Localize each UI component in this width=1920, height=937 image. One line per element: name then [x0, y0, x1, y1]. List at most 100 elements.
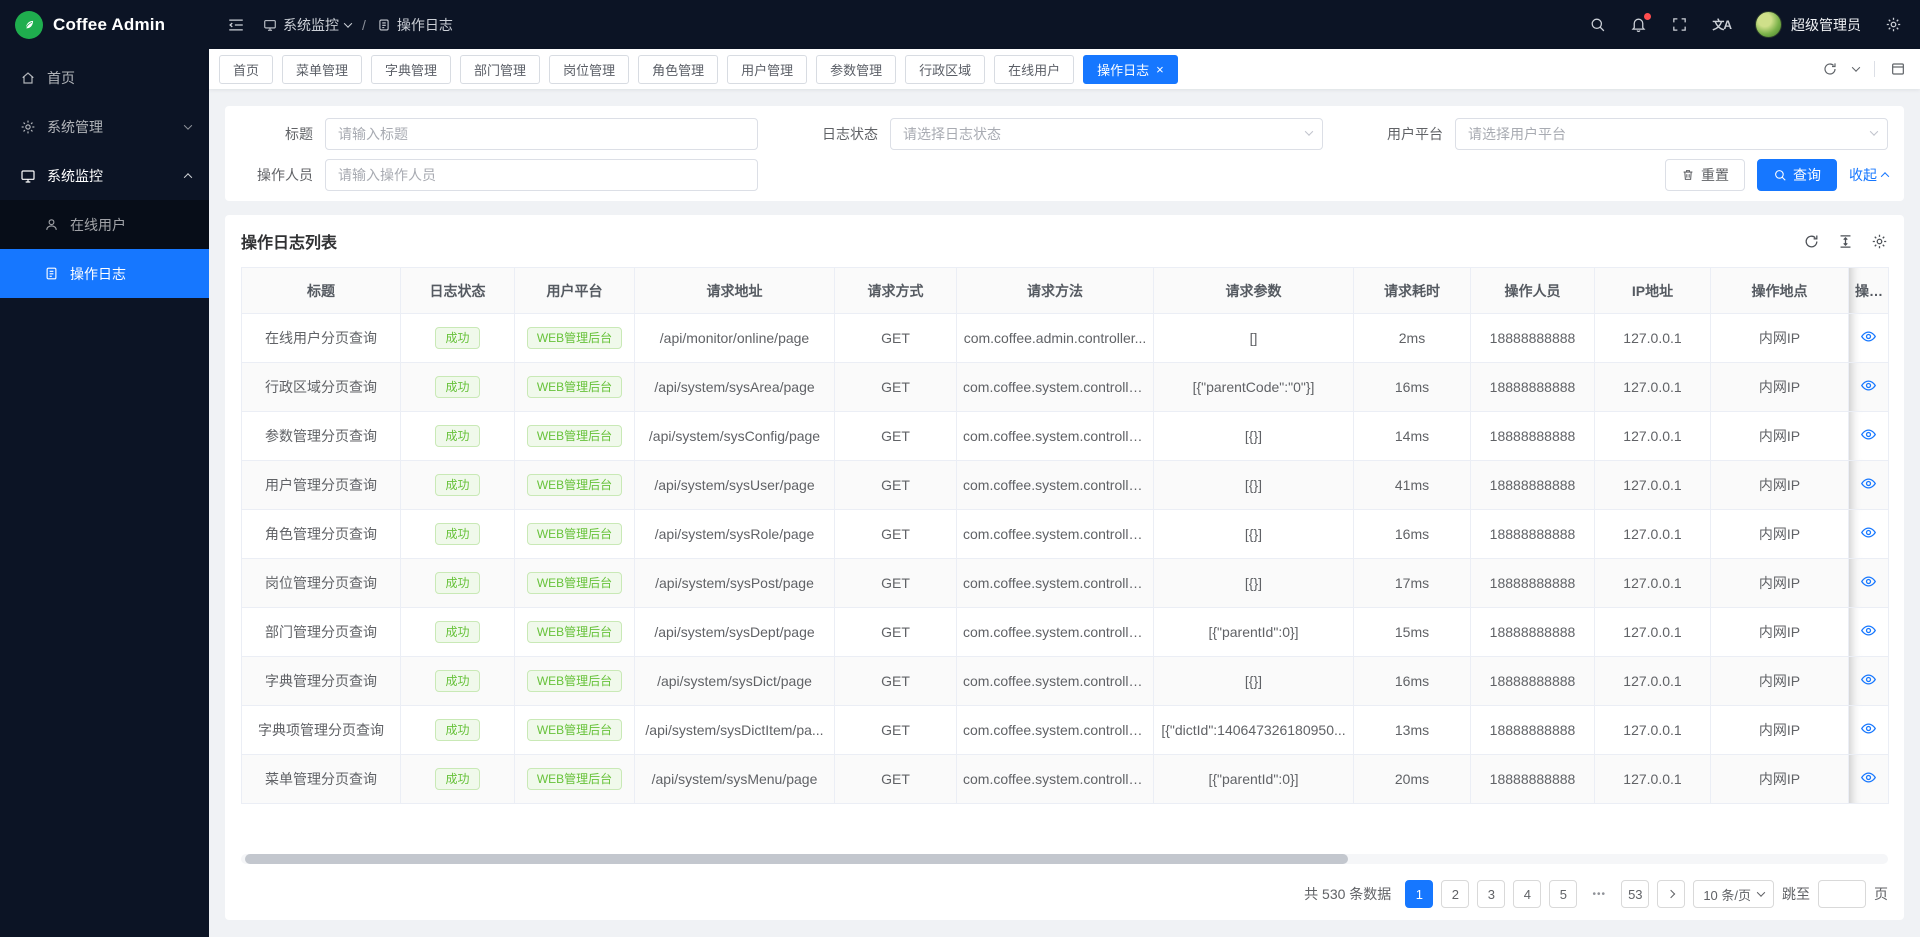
tab-字典管理[interactable]: 字典管理: [371, 55, 451, 84]
view-log-button[interactable]: [1858, 326, 1879, 350]
sidebar-item-home[interactable]: 首页: [0, 53, 209, 102]
cell-action: [1849, 510, 1889, 559]
pagination-page-4[interactable]: 4: [1513, 880, 1541, 908]
view-log-button[interactable]: [1858, 522, 1879, 546]
cell-title: 在线用户分页查询: [242, 314, 401, 363]
pagination-page-2[interactable]: 2: [1441, 880, 1469, 908]
collapse-label: 收起: [1849, 165, 1877, 185]
fullscreen-icon[interactable]: [1671, 16, 1688, 33]
log-status-label: 日志状态: [806, 124, 878, 144]
breadcrumb-label: 操作日志: [397, 15, 453, 35]
pagination-page-5[interactable]: 5: [1549, 880, 1577, 908]
sidebar-item-operation-log[interactable]: 操作日志: [0, 249, 209, 298]
column-header-method: 请求方式: [835, 268, 957, 314]
jump-page-input[interactable]: [1818, 880, 1866, 908]
search-icon[interactable]: [1589, 16, 1606, 33]
settings-gear-icon[interactable]: [1871, 233, 1888, 250]
search-button[interactable]: 查询: [1757, 159, 1837, 191]
collapse-filter-link[interactable]: 收起: [1849, 165, 1888, 185]
view-log-button[interactable]: [1858, 375, 1879, 399]
platform-badge: WEB管理后台: [527, 425, 622, 447]
refresh-icon[interactable]: [1822, 61, 1838, 77]
settings-gear-icon[interactable]: [1885, 16, 1902, 33]
refresh-icon[interactable]: [1803, 233, 1820, 250]
pagination-ellipsis: •••: [1585, 880, 1613, 908]
column-header-operator: 操作人员: [1471, 268, 1595, 314]
user-platform-select[interactable]: [1455, 118, 1888, 150]
column-header-time: 请求耗时: [1354, 268, 1471, 314]
trash-icon: [1681, 168, 1695, 182]
tab-label: 首页: [233, 60, 259, 79]
total-count: 共 530 条数据: [1304, 884, 1391, 904]
sidebar-item-system-management[interactable]: 系统管理: [0, 102, 209, 151]
cell-platform: WEB管理后台: [515, 363, 635, 412]
cell-ip: 127.0.0.1: [1595, 657, 1711, 706]
view-log-button[interactable]: [1858, 571, 1879, 595]
menu-collapse-icon[interactable]: [227, 16, 245, 34]
cell-operator: 18888888888: [1471, 510, 1595, 559]
page-size-select[interactable]: 10 条/页: [1693, 880, 1774, 908]
tab-角色管理[interactable]: 角色管理: [638, 55, 718, 84]
bell-icon[interactable]: [1630, 16, 1647, 33]
cell-status: 成功: [401, 657, 515, 706]
cell-ip: 127.0.0.1: [1595, 461, 1711, 510]
cell-operator: 18888888888: [1471, 657, 1595, 706]
tab-部门管理[interactable]: 部门管理: [460, 55, 540, 84]
view-log-button[interactable]: [1858, 669, 1879, 693]
tab-首页[interactable]: 首页: [219, 55, 273, 84]
tab-label: 行政区域: [919, 60, 971, 79]
view-log-button[interactable]: [1858, 473, 1879, 497]
reset-button[interactable]: 重置: [1665, 159, 1745, 191]
platform-badge: WEB管理后台: [527, 376, 622, 398]
tab-参数管理[interactable]: 参数管理: [816, 55, 896, 84]
tab-用户管理[interactable]: 用户管理: [727, 55, 807, 84]
content: 标题 日志状态 用户平台: [209, 89, 1920, 937]
pagination-page-53[interactable]: 53: [1621, 880, 1649, 908]
view-log-button[interactable]: [1858, 620, 1879, 644]
tab-行政区域[interactable]: 行政区域: [905, 55, 985, 84]
tab-bar: 首页 菜单管理字典管理部门管理岗位管理角色管理 用户管理 参数管理 行政区域 在线用户操作…: [209, 49, 1920, 89]
cell-platform: WEB管理后台: [515, 461, 635, 510]
density-icon[interactable]: [1837, 233, 1854, 250]
view-log-button[interactable]: [1858, 767, 1879, 791]
tab-菜单管理[interactable]: 菜单管理: [282, 55, 362, 84]
tab-操作日志[interactable]: 操作日志×: [1083, 55, 1178, 84]
title-input[interactable]: [325, 118, 758, 150]
cell-url: /api/system/sysDict/page: [635, 657, 835, 706]
cell-operator: 18888888888: [1471, 755, 1595, 804]
cell-func: com.coffee.system.controlle...: [957, 608, 1154, 657]
sidebar-item-online-users[interactable]: 在线用户: [0, 200, 209, 249]
cell-status: 成功: [401, 755, 515, 804]
pagination-page-3[interactable]: 3: [1477, 880, 1505, 908]
view-log-button[interactable]: [1858, 718, 1879, 742]
status-badge: 成功: [435, 474, 479, 496]
cell-platform: WEB管理后台: [515, 755, 635, 804]
scrollbar-thumb[interactable]: [245, 854, 1348, 864]
tab-岗位管理[interactable]: 岗位管理: [549, 55, 629, 84]
cell-params: [{"parentCode":"0"}]: [1154, 363, 1354, 412]
content-layout-icon[interactable]: [1890, 61, 1906, 77]
tab-close-icon[interactable]: ×: [1156, 63, 1164, 76]
chevron-down-icon[interactable]: [1852, 63, 1860, 71]
tab-在线用户[interactable]: 在线用户: [994, 55, 1074, 84]
log-status-select[interactable]: [890, 118, 1323, 150]
column-header-action: 操作: [1849, 268, 1889, 314]
cell-operator: 18888888888: [1471, 461, 1595, 510]
next-page-button[interactable]: [1657, 880, 1685, 908]
chevron-right-icon: [1667, 890, 1675, 898]
pagination-page-1[interactable]: 1: [1405, 880, 1433, 908]
tab-label: 用户管理: [741, 60, 793, 79]
view-log-button[interactable]: [1858, 424, 1879, 448]
cell-title: 岗位管理分页查询: [242, 559, 401, 608]
status-badge: 成功: [435, 768, 479, 790]
user-menu[interactable]: 超级管理员: [1755, 11, 1861, 38]
chevron-up-icon: [184, 173, 192, 181]
translate-icon[interactable]: 文A: [1712, 16, 1731, 33]
cell-time: 2ms: [1354, 314, 1471, 363]
filter-panel: 标题 日志状态 用户平台: [225, 106, 1904, 201]
cell-operator: 18888888888: [1471, 608, 1595, 657]
operator-input[interactable]: [325, 159, 758, 191]
sidebar-item-system-monitor[interactable]: 系统监控: [0, 151, 209, 200]
cell-action: [1849, 559, 1889, 608]
breadcrumb-system-monitor[interactable]: 系统监控: [263, 15, 351, 35]
